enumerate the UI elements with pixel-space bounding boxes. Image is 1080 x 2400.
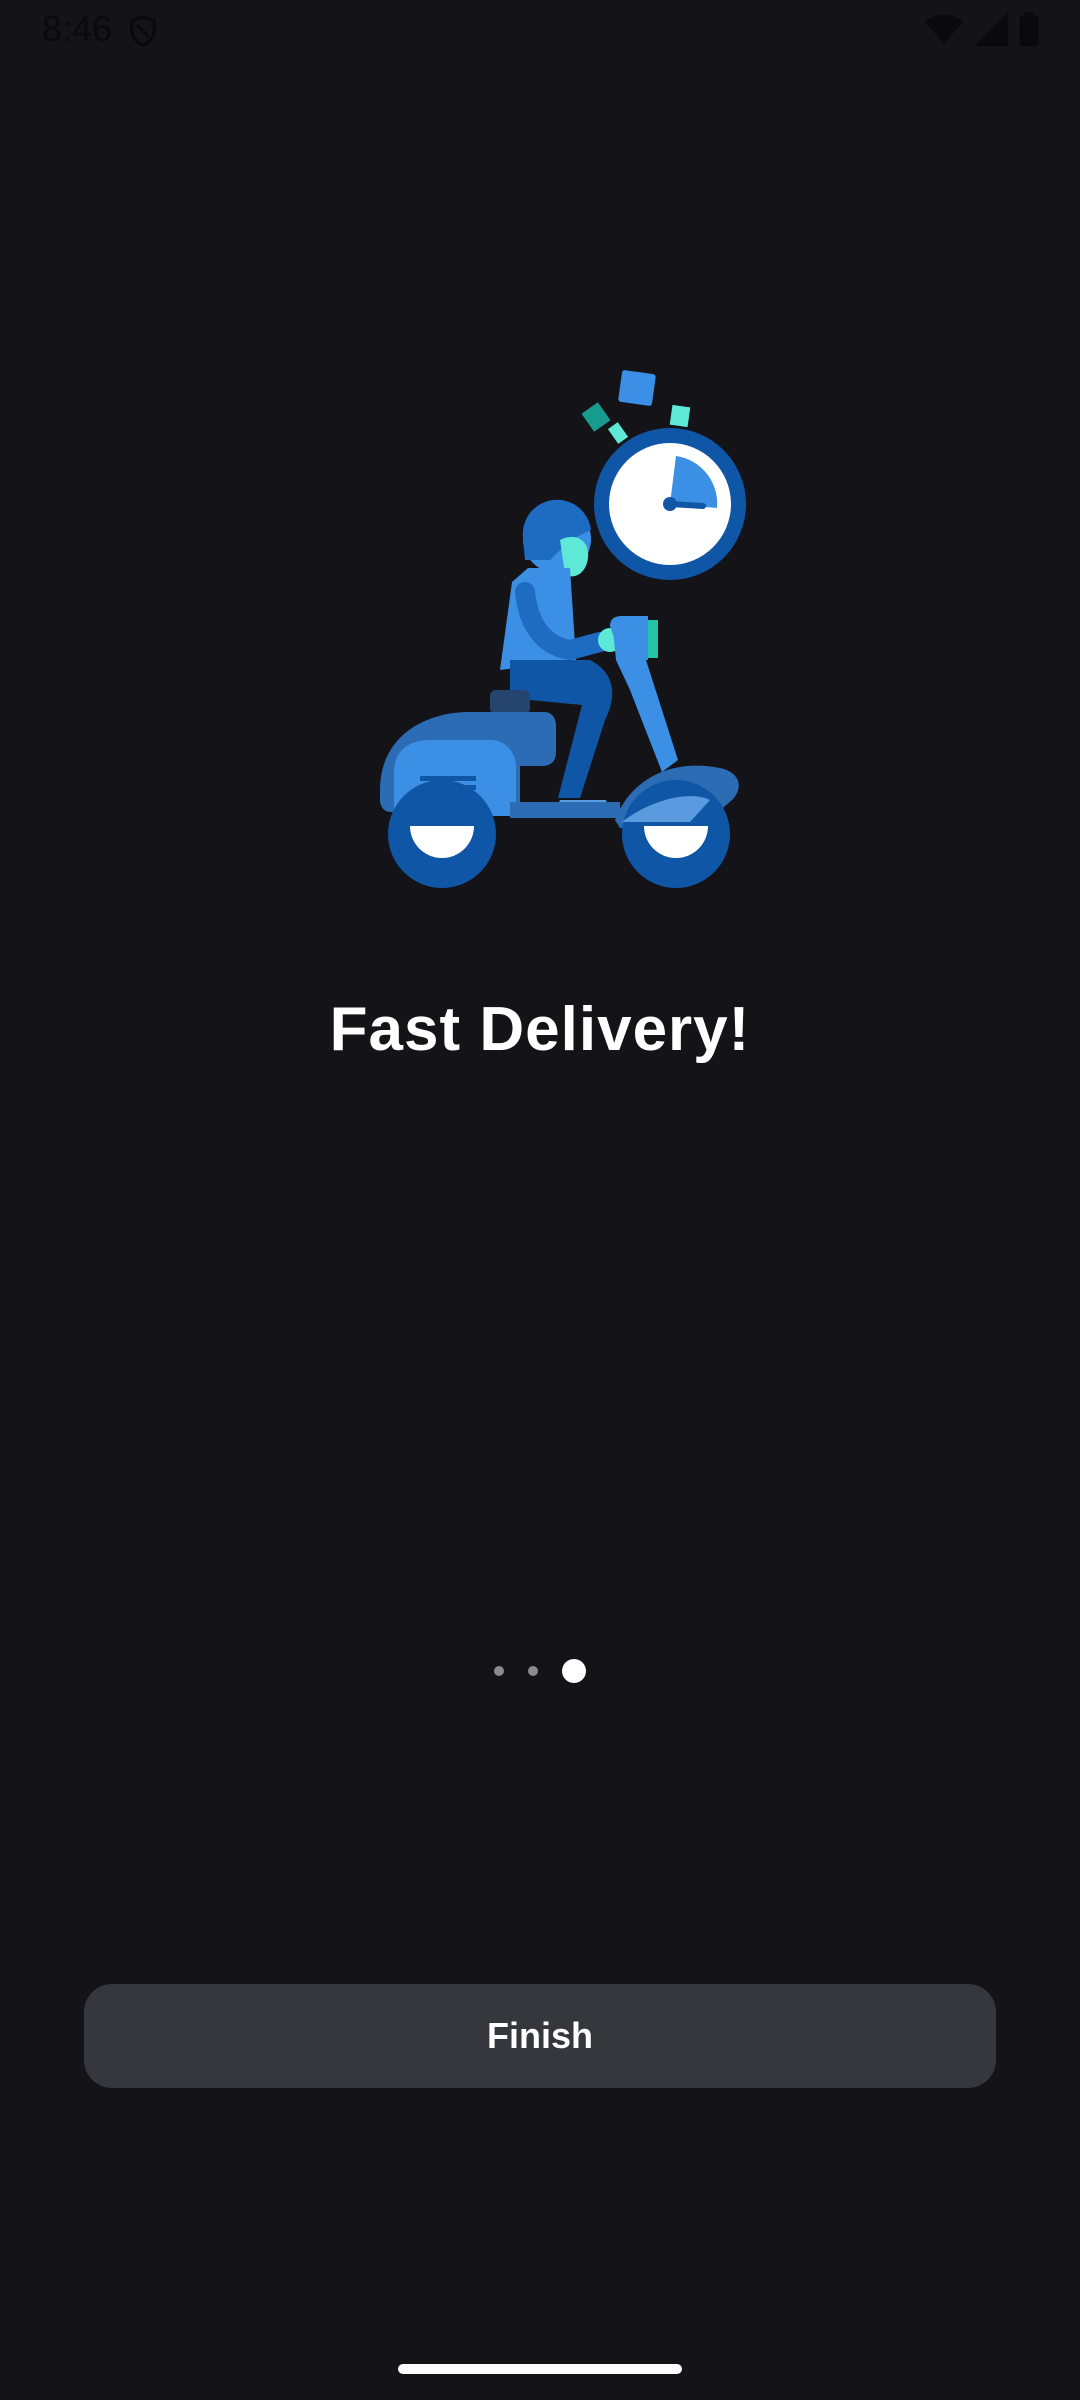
page-dot-1[interactable] (494, 1666, 504, 1676)
battery-icon (1018, 11, 1040, 51)
finish-button[interactable]: Finish (84, 1984, 996, 2088)
home-indicator[interactable] (398, 2364, 682, 2374)
page-dot-2[interactable] (528, 1666, 538, 1676)
onboarding-screen: 8:46 Fast Delivery! Finish (0, 0, 1080, 2400)
page-indicator (0, 1658, 1080, 1684)
status-bar: 8:46 (0, 0, 1080, 64)
finish-button-label: Finish (487, 2015, 593, 2056)
status-icons (924, 11, 1040, 51)
signal-icon (974, 11, 1008, 51)
delivery-scooter-illustration (360, 360, 760, 900)
shield-icon (126, 14, 160, 48)
onboarding-title: Fast Delivery! (329, 995, 751, 1064)
stopwatch-icon (581, 370, 746, 580)
wifi-icon (924, 12, 964, 51)
status-time: 8:46 (42, 8, 113, 49)
page-dot-3-active[interactable] (562, 1659, 586, 1683)
